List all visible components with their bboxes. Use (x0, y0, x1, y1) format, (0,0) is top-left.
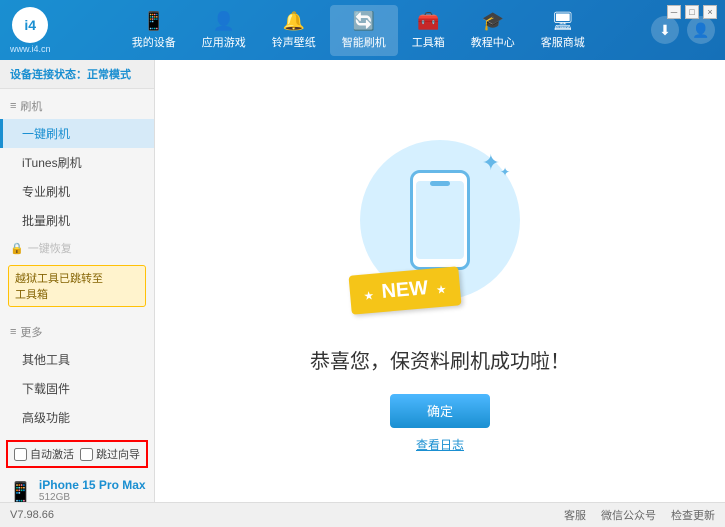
notice-box: 越狱工具已跳转至工具箱 (8, 265, 146, 307)
nav-item-smart-flash[interactable]: 🔄 智能刷机 (330, 5, 398, 56)
footer-left: V7.98.66 (10, 509, 54, 521)
logo-text: i4 (24, 17, 36, 33)
flash-section: ≡ 刷机 一键刷机 iTunes刷机 专业刷机 批量刷机 🔒 一键恢复 (0, 89, 154, 315)
status-value: 正常模式 (87, 69, 131, 81)
flash-group-header: ≡ 刷机 (0, 93, 154, 119)
device-details: iPhone 15 Pro Max 512GB iPhone (39, 478, 146, 502)
auto-activate-label: 自动激活 (30, 446, 74, 462)
sidebar-item-advanced[interactable]: 高级功能 (0, 403, 154, 432)
auto-activate-option[interactable]: 自动激活 (14, 446, 74, 462)
footer-link-service[interactable]: 客服 (564, 507, 586, 523)
new-badge-text: NEW (381, 277, 429, 303)
one-key-restore-header: 🔒 一键恢复 (0, 235, 154, 261)
success-message: 恭喜您，保资料刷机成功啦！ (310, 345, 570, 374)
more-section: ≡ 更多 其他工具 下载固件 高级功能 (0, 315, 154, 436)
one-key-restore-label: 一键恢复 (28, 240, 72, 256)
main-layout: 设备连接状态：正常模式 ≡ 刷机 一键刷机 iTunes刷机 专业刷机 批量刷机 (0, 60, 725, 502)
flash-group-label: 刷机 (20, 98, 42, 114)
lock-icon: 🔒 (10, 242, 24, 255)
main-content: ✦ ✦ NEW 恭喜您，保资料刷机成功啦！ 确定 查看日志 (155, 60, 725, 502)
no-prompt-label: 跳过向导 (96, 446, 140, 462)
service-icon: 🖥 (551, 11, 574, 32)
sidebar-item-pro-flash[interactable]: 专业刷机 (0, 177, 154, 206)
flash-group-icon: ≡ (10, 100, 16, 112)
sidebar-item-itunes-flash[interactable]: iTunes刷机 (0, 148, 154, 177)
sparkles-icon: ✦ (482, 150, 500, 176)
sidebar-item-download-firmware[interactable]: 下载固件 (0, 374, 154, 403)
nav-item-app-games[interactable]: 👤 应用游戏 (190, 5, 258, 56)
app-games-icon: 👤 (213, 11, 235, 32)
auto-activate-checkbox[interactable] (14, 448, 27, 461)
nav-label-my-device: 我的设备 (132, 34, 176, 50)
itunes-flash-label: iTunes刷机 (22, 156, 82, 170)
nav-item-toolbox[interactable]: 🧰 工具箱 (400, 5, 457, 56)
window-controls: － □ × (667, 5, 717, 19)
sparkles2-icon: ✦ (500, 165, 510, 179)
log-link[interactable]: 查看日志 (416, 436, 464, 453)
sidebar-item-other-tools[interactable]: 其他工具 (0, 345, 154, 374)
device-name: iPhone 15 Pro Max (39, 478, 146, 492)
nav-label-service: 客服商城 (541, 34, 585, 50)
toolbox-icon: 🧰 (417, 11, 439, 32)
nav-item-ringtones[interactable]: 🔔 铃声壁纸 (260, 5, 328, 56)
logo-circle: i4 (12, 7, 48, 43)
pro-flash-label: 专业刷机 (22, 185, 70, 199)
header-right: ⬇ 👤 (651, 16, 715, 44)
nav-item-my-device[interactable]: 📱 我的设备 (120, 5, 188, 56)
user-button[interactable]: 👤 (687, 16, 715, 44)
new-badge: NEW (349, 266, 462, 314)
sidebar-item-one-click-flash[interactable]: 一键刷机 (0, 119, 154, 148)
other-tools-label: 其他工具 (22, 353, 70, 367)
footer-link-wechat[interactable]: 微信公众号 (601, 507, 656, 523)
device-info: 📱 iPhone 15 Pro Max 512GB iPhone (0, 472, 154, 502)
nav-item-tutorial[interactable]: 🎓 教程中心 (459, 5, 527, 56)
confirm-button[interactable]: 确定 (390, 394, 490, 428)
tutorial-icon: 🎓 (482, 11, 504, 32)
batch-flash-label: 批量刷机 (22, 214, 70, 228)
my-device-icon: 📱 (143, 11, 165, 32)
nav-bar: 📱 我的设备 👤 应用游戏 🔔 铃声壁纸 🔄 智能刷机 🧰 工具箱 🎓 (66, 5, 651, 56)
one-click-flash-label: 一键刷机 (22, 127, 70, 141)
download-button[interactable]: ⬇ (651, 16, 679, 44)
nav-label-app-games: 应用游戏 (202, 34, 246, 50)
footer-right: 客服 微信公众号 检查更新 (564, 507, 715, 523)
success-illustration: ✦ ✦ NEW (340, 110, 540, 330)
ringtones-icon: 🔔 (283, 11, 305, 32)
more-group-label: 更多 (20, 324, 42, 340)
minimize-button[interactable]: － (667, 5, 681, 19)
sidebar-item-batch-flash[interactable]: 批量刷机 (0, 206, 154, 235)
logo-subtitle: www.i4.cn (10, 44, 51, 54)
nav-label-tutorial: 教程中心 (471, 34, 515, 50)
phone-shape (410, 170, 470, 270)
nav-item-service[interactable]: 🖥 客服商城 (529, 5, 597, 56)
download-firmware-label: 下载固件 (22, 382, 70, 396)
no-prompt-checkbox[interactable] (80, 448, 93, 461)
version-label: V7.98.66 (10, 509, 54, 521)
connection-status: 设备连接状态：正常模式 (0, 60, 154, 89)
notice-text: 越狱工具已跳转至工具箱 (15, 273, 103, 301)
nav-label-smart-flash: 智能刷机 (342, 34, 386, 50)
device-storage: 512GB (39, 492, 146, 502)
no-prompt-option[interactable]: 跳过向导 (80, 446, 140, 462)
footer-link-update[interactable]: 检查更新 (671, 507, 715, 523)
advanced-label: 高级功能 (22, 411, 70, 425)
logo: i4 www.i4.cn (10, 7, 51, 54)
maximize-button[interactable]: □ (685, 5, 699, 19)
options-row: 自动激活 跳过向导 (6, 440, 148, 468)
more-group-icon: ≡ (10, 326, 16, 338)
sidebar: 设备连接状态：正常模式 ≡ 刷机 一键刷机 iTunes刷机 专业刷机 批量刷机 (0, 60, 155, 502)
phone-screen (416, 181, 464, 259)
smart-flash-icon: 🔄 (353, 11, 375, 32)
close-button[interactable]: × (703, 5, 717, 19)
more-group-header: ≡ 更多 (0, 319, 154, 345)
phone-notch (430, 181, 450, 186)
device-phone-icon: 📱 (8, 480, 33, 502)
nav-label-ringtones: 铃声壁纸 (272, 34, 316, 50)
nav-label-toolbox: 工具箱 (412, 34, 445, 50)
status-prefix: 设备连接状态： (10, 69, 87, 81)
header: i4 www.i4.cn 📱 我的设备 👤 应用游戏 🔔 铃声壁纸 🔄 智能刷机 (0, 0, 725, 60)
footer: V7.98.66 客服 微信公众号 检查更新 (0, 502, 725, 527)
